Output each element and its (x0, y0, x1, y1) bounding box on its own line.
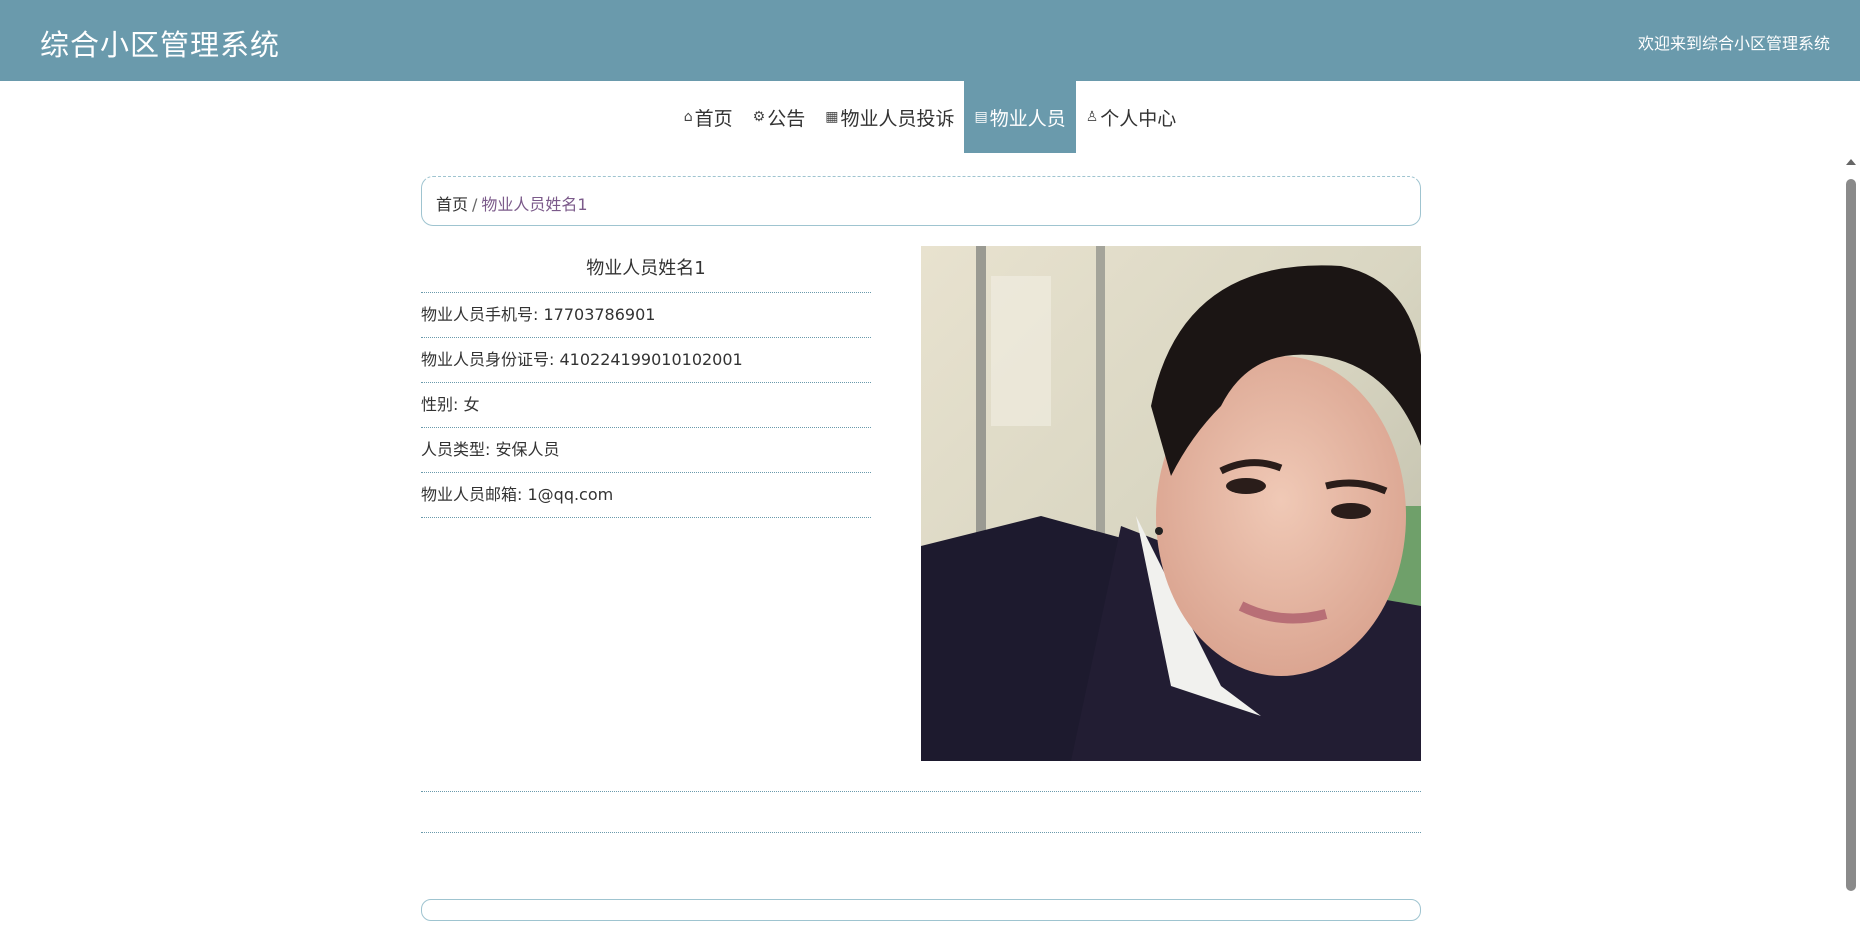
nav-item-label: 公告 (767, 107, 806, 130)
field-phone: 物业人员手机号: 17703786901 (421, 293, 871, 338)
staff-photo (921, 246, 1421, 761)
nav-item-notice[interactable]: ⚙ 公告 (743, 81, 816, 153)
field-gender: 性别: 女 (421, 383, 871, 428)
nav-item-label: 物业人员投诉 (840, 107, 955, 130)
nav-item-profile[interactable]: ♙ 个人中心 (1076, 81, 1187, 153)
staff-icon: ▤ (974, 109, 988, 125)
complaint-icon: ▦ (825, 109, 839, 125)
site-title: 综合小区管理系统 (40, 28, 281, 62)
user-icon: ♙ (1085, 109, 1099, 125)
staff-name: 物业人员姓名1 (421, 246, 871, 293)
nav-item-label: 首页 (694, 107, 733, 130)
top-header: 综合小区管理系统 欢迎来到综合小区管理系统 (0, 0, 1860, 81)
field-id-number: 物业人员身份证号: 410224199010102001 (421, 338, 871, 383)
bottom-panel (421, 899, 1421, 921)
scrollbar-thumb[interactable] (1846, 179, 1856, 891)
field-staff-type: 人员类型: 安保人员 (421, 428, 871, 473)
field-email: 物业人员邮箱: 1@qq.com (421, 473, 871, 518)
staff-photo-image (921, 246, 1421, 761)
vertical-scrollbar[interactable] (1842, 153, 1860, 938)
nav-item-label: 个人中心 (1100, 107, 1177, 130)
nav-item-label: 物业人员 (989, 107, 1066, 130)
notice-icon: ⚙ (752, 109, 766, 125)
breadcrumb-current: 物业人员姓名1 (481, 195, 588, 214)
breadcrumb-separator: / (472, 195, 478, 214)
nav-item-complaint[interactable]: ▦ 物业人员投诉 (815, 81, 964, 153)
nav-item-home[interactable]: ⌂ 首页 (674, 81, 743, 153)
home-icon: ⌂ (683, 109, 693, 125)
main-nav: ⌂ 首页 ⚙ 公告 ▦ 物业人员投诉 ▤ 物业人员 ♙ 个人中心 (0, 81, 1860, 153)
staff-detail: 物业人员姓名1 物业人员手机号: 17703786901 物业人员身份证号: 4… (421, 246, 871, 518)
breadcrumb: 首页 / 物业人员姓名1 (421, 176, 1421, 226)
breadcrumb-home[interactable]: 首页 (436, 195, 468, 214)
divider-line (421, 791, 1421, 792)
welcome-text: 欢迎来到综合小区管理系统 (1637, 34, 1830, 53)
nav-item-staff[interactable]: ▤ 物业人员 (964, 81, 1076, 153)
divider-line (421, 832, 1421, 833)
scroll-up-icon[interactable] (1846, 159, 1856, 165)
